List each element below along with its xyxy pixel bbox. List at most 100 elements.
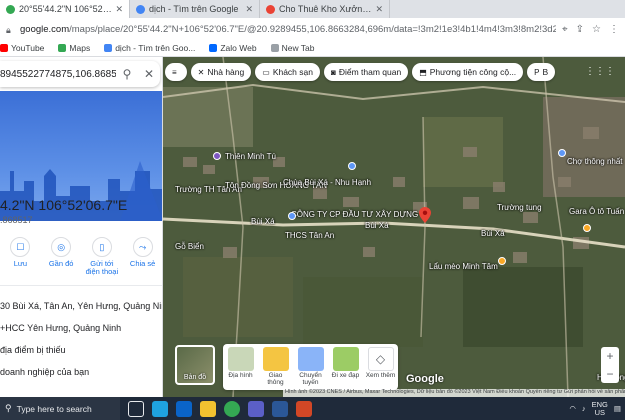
outlook-icon[interactable] <box>176 400 192 417</box>
chip-label: Phương tiện công cộ... <box>429 67 517 77</box>
share-icon: ⤳ <box>132 237 153 257</box>
action-label: Chia sẻ <box>129 259 156 268</box>
layer-label: Xem thêm <box>365 372 396 379</box>
plus-code-row[interactable]: +HCC Yên Hưng, Quảng Ninh <box>0 323 121 333</box>
satellite-map[interactable]: ≡ ✕ Nhà hàng ▭ Khách sạn ◙ Điểm tham quan ⬒… <box>163 57 625 397</box>
taskbar-search[interactable]: ⚲ Type here to search <box>0 397 120 420</box>
place-title: 4.2"N 106°52'06.7"E <box>0 197 128 213</box>
map-label[interactable]: CÔNG TY CP ĐẦU TƯ XÂY DỰNG <box>291 210 418 219</box>
map-label[interactable]: Thiên Minh Tú <box>225 152 276 161</box>
layer-traffic[interactable]: Giao thông <box>261 347 291 386</box>
restaurant-poi-icon[interactable] <box>498 257 506 265</box>
bookmark-maps[interactable]: Maps <box>58 43 90 53</box>
parking-icon: P <box>534 67 540 77</box>
zoom-out-button[interactable]: − <box>606 367 613 381</box>
map-label[interactable]: THCS Tân An <box>285 231 334 240</box>
close-tab-icon[interactable]: ✕ <box>245 4 253 15</box>
map-label[interactable]: Chợ thông nhất <box>567 157 623 166</box>
volume-icon[interactable]: ♪ <box>582 404 586 413</box>
bookmark-label: YouTube <box>11 43 45 53</box>
lang-bottom: US <box>594 407 605 417</box>
close-tab-icon[interactable]: ✕ <box>115 4 123 15</box>
word-icon[interactable] <box>272 400 288 417</box>
maps-search-box[interactable]: 8945522774875,106.8685 ⚲ ✕ <box>0 61 160 87</box>
layer-transit[interactable]: Chuyển tuyến <box>296 347 326 386</box>
bookmark-youtube[interactable]: YouTube <box>0 43 44 53</box>
search-icon[interactable]: ⚲ <box>116 67 138 81</box>
bookmark-label: New Tab <box>281 43 315 53</box>
chip-restaurants[interactable]: ✕ Nhà hàng <box>190 63 252 81</box>
category-chips: ≡ ✕ Nhà hàng ▭ Khách sạn ◙ Điểm tham quan ⬒… <box>165 63 556 81</box>
teams-icon[interactable] <box>248 400 264 417</box>
chip-attractions[interactable]: ◙ Điểm tham quan <box>323 63 409 81</box>
bookmark-icon: ☐ <box>10 237 31 257</box>
traffic-icon <box>262 347 289 371</box>
tab-listing[interactable]: Cho Thuê Kho Xưởng, Nhà Xưởn ✕ <box>260 0 390 18</box>
url-domain: google.com <box>20 23 70 35</box>
bookmarks-bar: YouTube Maps dịch - Tìm trên Goo... Zalo… <box>0 40 625 57</box>
location-pin-icon[interactable] <box>419 207 431 223</box>
tab-search[interactable]: dịch - Tìm trên Google ✕ <box>130 0 260 18</box>
poi-icon[interactable] <box>558 149 566 157</box>
star-icon[interactable]: ☆ <box>592 24 601 35</box>
edge-icon[interactable] <box>152 400 168 417</box>
transit-icon: ⬒ <box>419 67 427 77</box>
menu-chip[interactable]: ≡ <box>165 63 187 81</box>
input-language[interactable]: ENG US <box>592 400 608 417</box>
google-logo: Google <box>406 373 444 385</box>
nearby-button[interactable]: ◎ Gần đó <box>43 237 79 276</box>
url-field[interactable]: google.com/maps/place/20°55'44.2"N+106°5… <box>20 24 556 35</box>
menu-dots-icon[interactable]: ⋮ <box>609 24 619 35</box>
poi-icon[interactable] <box>583 224 591 232</box>
task-view-icon[interactable] <box>128 400 144 417</box>
map-label[interactable]: Bùi Xá <box>251 217 275 226</box>
location-icon[interactable]: ⌖ <box>562 24 568 35</box>
layer-more[interactable]: ◇ Xem thêm <box>366 347 396 379</box>
map-label[interactable]: Gara Ô tô Tuấn Minh <box>569 207 625 216</box>
add-business-row[interactable]: doanh nghiệp của bạn <box>0 367 89 377</box>
layer-biking[interactable]: Đi xe đạp <box>331 347 361 379</box>
network-icon[interactable]: ◠ <box>569 404 576 413</box>
close-icon[interactable]: ✕ <box>138 67 160 81</box>
save-button[interactable]: ☐ Lưu <box>2 237 38 276</box>
address-row[interactable]: 30 Bùi Xá, Tân An, Yên Hưng, Quảng Ninh <box>0 301 162 311</box>
layer-terrain[interactable]: Địa hình <box>226 347 256 379</box>
poi-icon[interactable] <box>288 212 296 220</box>
lock-icon[interactable]: 🔒︎ <box>6 25 15 35</box>
tab-maps[interactable]: 20°55'44.2"N 106°52'06.7"E - Go ✕ <box>0 0 130 18</box>
bookmark-zalo[interactable]: Zalo Web <box>209 43 257 53</box>
google-favicon-icon <box>136 4 145 14</box>
map-label[interactable]: Bùi Xá <box>365 221 389 230</box>
share-icon[interactable]: ⇪ <box>576 24 584 35</box>
zoom-in-button[interactable]: + <box>606 349 613 363</box>
search-query[interactable]: 8945522774875,106.8685 <box>0 69 116 80</box>
layers-toggle-button[interactable]: Bản đồ <box>175 345 215 385</box>
send-to-phone-button[interactable]: ▯ Gửi tới điện thoại <box>84 237 120 276</box>
map-label[interactable]: Trường tung <box>497 203 542 212</box>
tab-title: 20°55'44.2"N 106°52'06.7"E - Go <box>19 4 112 14</box>
file-explorer-icon[interactable] <box>200 400 216 417</box>
bookmark-new-tab[interactable]: New Tab <box>270 43 315 53</box>
bookmark-label: Maps <box>69 43 91 53</box>
chip-parking[interactable]: PB <box>527 63 556 81</box>
zalo-icon <box>209 44 218 52</box>
google-apps-icon[interactable]: ⋮⋮⋮ <box>585 66 615 77</box>
map-label[interactable]: Bùi Xá <box>481 229 505 238</box>
windows-taskbar: ⚲ Type here to search ◠ ♪ ENG US ▤ <box>0 397 625 420</box>
bookmark-dich[interactable]: dịch - Tìm trên Goo... <box>104 43 195 53</box>
powerpoint-icon[interactable] <box>296 400 312 417</box>
poi-icon[interactable] <box>348 162 356 170</box>
add-missing-place-row[interactable]: địa điểm bị thiếu <box>0 345 66 355</box>
nearby-icon: ◎ <box>51 237 72 257</box>
close-tab-icon[interactable]: ✕ <box>375 4 383 15</box>
action-label: Gần đó <box>48 259 74 268</box>
map-label[interactable]: Gỗ Biển <box>175 242 204 251</box>
poi-icon[interactable] <box>213 152 221 160</box>
share-button[interactable]: ⤳ Chia sẻ <box>125 237 161 276</box>
chip-hotels[interactable]: ▭ Khách sạn <box>255 63 320 81</box>
map-label[interactable]: Lẩu mèo Minh Tâm <box>429 262 498 271</box>
map-label[interactable]: Chùa Bùi Xá - Nhu Hạnh <box>283 178 371 187</box>
chip-transit[interactable]: ⬒ Phương tiện công cộ... <box>412 63 524 81</box>
notifications-icon[interactable]: ▤ <box>614 404 621 413</box>
chrome-icon[interactable] <box>224 400 240 417</box>
